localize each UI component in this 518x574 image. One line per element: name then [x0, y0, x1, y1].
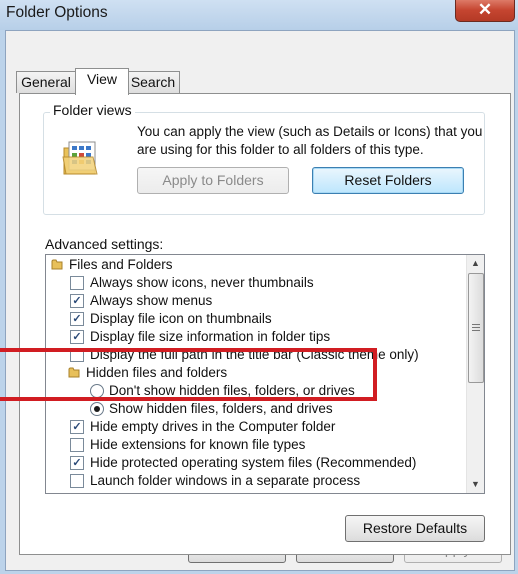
- option-label: Always show menus: [90, 293, 213, 308]
- scroll-down-icon[interactable]: ▼: [467, 476, 484, 493]
- option-label: Launch folder windows in a separate proc…: [90, 473, 361, 488]
- grip-line: [472, 324, 480, 325]
- folder-views-label: Folder views: [50, 102, 135, 118]
- option-label: Hide empty drives in the Computer folder: [90, 419, 336, 434]
- scroll-thumb[interactable]: [468, 273, 484, 383]
- radio-selected-dot: [94, 406, 100, 412]
- tab-search[interactable]: Search: [126, 71, 180, 93]
- checkbox[interactable]: ✓: [70, 420, 84, 434]
- checkbox[interactable]: ✓: [70, 330, 84, 344]
- close-icon: ✕: [477, 0, 493, 19]
- advanced-settings-label: Advanced settings:: [45, 236, 164, 252]
- folder-views-icon: [62, 141, 98, 175]
- option-label: Hide extensions for known file types: [90, 437, 306, 452]
- checkbox[interactable]: [70, 438, 84, 452]
- red-highlight-annotation: [0, 348, 377, 401]
- apply-to-folders-button[interactable]: Apply to Folders: [137, 167, 289, 194]
- scrollbar[interactable]: ▲ ▼: [466, 255, 484, 493]
- tab-view[interactable]: View: [75, 68, 129, 95]
- folder-views-description: You can apply the view (such as Details …: [137, 124, 483, 157]
- option-label: Show hidden files, folders, and drives: [109, 401, 333, 416]
- option-label: Hide protected operating system files (R…: [90, 455, 417, 470]
- option-label: Display file size information in folder …: [90, 329, 331, 344]
- close-button[interactable]: ✕: [455, 0, 515, 22]
- restore-defaults-button[interactable]: Restore Defaults: [345, 515, 485, 542]
- option-label: Display file icon on thumbnails: [90, 311, 272, 326]
- grip-line: [472, 330, 480, 331]
- checkbox[interactable]: ✓: [70, 456, 84, 470]
- checkbox[interactable]: [70, 474, 84, 488]
- checkbox[interactable]: [70, 276, 84, 290]
- grip-line: [472, 327, 480, 328]
- dialog-body: General View Search Folder views You can…: [5, 30, 515, 571]
- reset-folders-button[interactable]: Reset Folders: [312, 167, 464, 194]
- radio-button[interactable]: [90, 402, 104, 416]
- checkbox[interactable]: ✓: [70, 312, 84, 326]
- folder-views-group: Folder views You can apply the view (suc…: [43, 102, 485, 215]
- checkbox[interactable]: ✓: [70, 294, 84, 308]
- tab-panel-view: Folder views You can apply the view (suc…: [19, 93, 511, 555]
- folder-icon: [51, 259, 63, 270]
- tab-general[interactable]: General: [16, 71, 76, 93]
- scroll-up-icon[interactable]: ▲: [467, 255, 484, 272]
- option-label: Files and Folders: [69, 257, 173, 272]
- window-title: Folder Options: [6, 4, 108, 21]
- option-label: Always show icons, never thumbnails: [90, 275, 314, 290]
- title-bar: Folder Options: [0, 0, 518, 30]
